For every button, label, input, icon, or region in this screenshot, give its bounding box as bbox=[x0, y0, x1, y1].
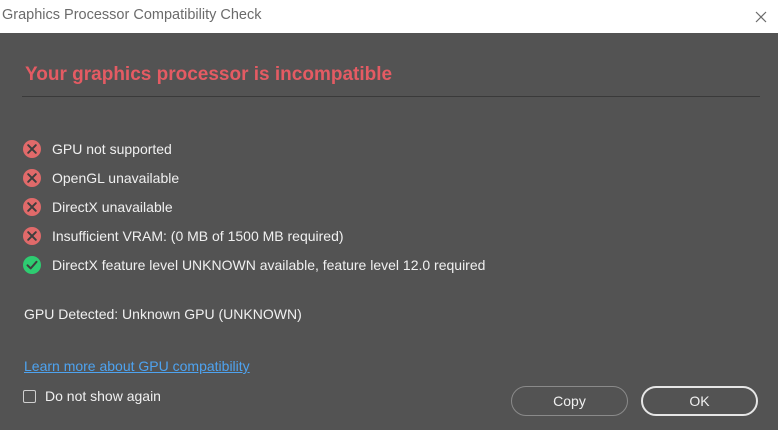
check-text: OpenGL unavailable bbox=[52, 169, 180, 186]
check-item-vram: Insufficient VRAM: (0 MB of 1500 MB requ… bbox=[22, 221, 485, 250]
error-x-icon bbox=[23, 168, 41, 187]
gpu-detected-text: GPU Detected: Unknown GPU (UNKNOWN) bbox=[24, 306, 302, 322]
success-check-icon bbox=[23, 255, 41, 274]
dont-show-again-checkbox[interactable] bbox=[23, 389, 36, 403]
error-x-icon bbox=[23, 197, 41, 216]
error-x-icon bbox=[23, 139, 41, 158]
learn-more-link[interactable]: Learn more about GPU compatibility bbox=[24, 358, 250, 374]
dont-show-again-label: Do not show again bbox=[45, 388, 161, 404]
check-item-gpu: GPU not supported bbox=[22, 134, 485, 163]
compatibility-dialog: Graphics Processor Compatibility Check Y… bbox=[0, 0, 778, 430]
close-icon bbox=[755, 11, 767, 22]
page-title: Your graphics processor is incompatible bbox=[25, 64, 393, 85]
window-title: Graphics Processor Compatibility Check bbox=[2, 7, 262, 23]
check-item-feature-level: DirectX feature level UNKNOWN available,… bbox=[22, 250, 485, 279]
divider bbox=[22, 96, 760, 97]
title-bar: Graphics Processor Compatibility Check bbox=[0, 0, 778, 33]
dialog-content: Your graphics processor is incompatible … bbox=[0, 33, 778, 430]
check-text: DirectX unavailable bbox=[52, 198, 173, 215]
close-button[interactable] bbox=[744, 0, 778, 33]
check-text: GPU not supported bbox=[52, 140, 172, 157]
error-x-icon bbox=[23, 226, 41, 245]
check-text: DirectX feature level UNKNOWN available,… bbox=[52, 256, 486, 273]
check-text: Insufficient VRAM: (0 MB of 1500 MB requ… bbox=[52, 227, 344, 244]
dont-show-again-toggle[interactable]: Do not show again bbox=[23, 388, 161, 404]
check-item-opengl: OpenGL unavailable bbox=[22, 163, 485, 192]
check-list: GPU not supported OpenGL unavailable Dir… bbox=[22, 134, 485, 279]
ok-button[interactable]: OK bbox=[641, 386, 758, 416]
check-item-directx: DirectX unavailable bbox=[22, 192, 485, 221]
copy-button[interactable]: Copy bbox=[511, 386, 628, 416]
